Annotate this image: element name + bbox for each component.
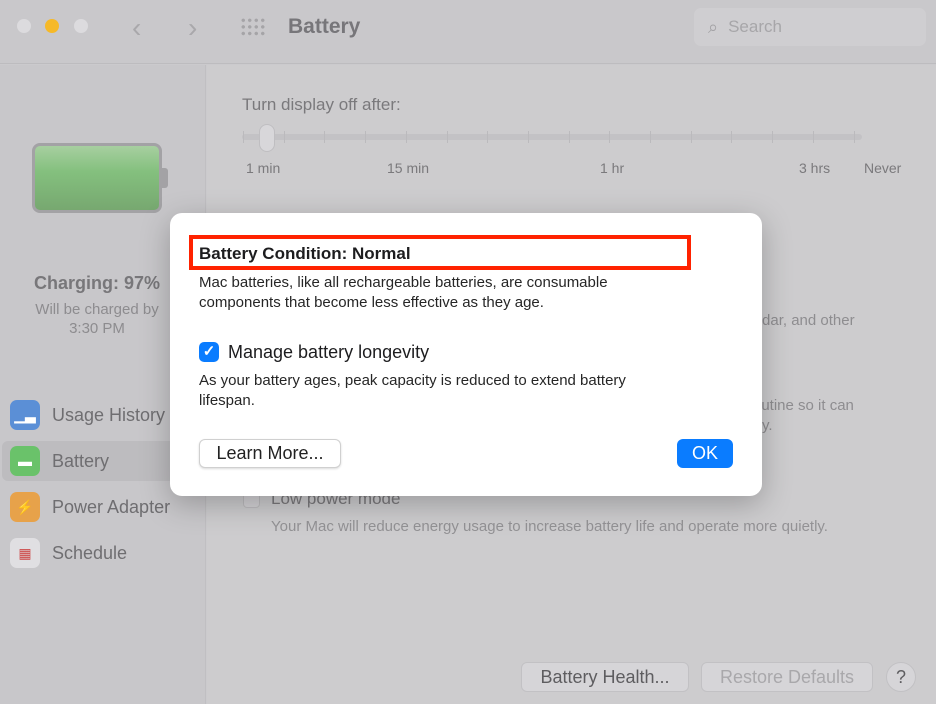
battery-level-icon <box>32 143 168 213</box>
close-window-button[interactable] <box>17 19 31 33</box>
sidebar-item-label: Battery <box>52 450 110 471</box>
slider-tick <box>243 131 244 143</box>
battery-health-button[interactable]: Battery Health... <box>521 662 689 692</box>
battery-icon: ▬ <box>10 446 40 476</box>
slider-tick <box>731 131 733 143</box>
slider-tick <box>690 131 692 143</box>
slider-tick <box>650 131 651 143</box>
bar-chart-icon: ▁▃ <box>10 400 40 430</box>
sidebar-item-power-adapter[interactable]: ⚡ Power Adapter <box>10 487 200 527</box>
slider-label: 1 hr <box>600 160 625 176</box>
dialog-title: Battery Condition: Normal <box>199 244 411 263</box>
slider-tick <box>527 131 529 143</box>
slider-label: Never <box>864 160 902 176</box>
slider-tick <box>609 131 611 143</box>
slider-label: 15 min <box>387 160 430 176</box>
display-off-label: Turn display off after: <box>242 95 401 114</box>
slider-tick <box>812 131 814 143</box>
slider-tick <box>568 131 570 143</box>
charge-note: Will be charged by <box>35 301 159 318</box>
sidebar-item-label: Schedule <box>52 542 128 563</box>
calendar-icon: ▦ <box>10 538 40 568</box>
forward-chevron-icon[interactable]: › <box>188 12 197 44</box>
obscured-text: y. <box>762 417 773 434</box>
longevity-description: As your battery ages, peak capacity is r… <box>199 372 626 409</box>
sidebar-item-schedule[interactable]: ▦ Schedule <box>10 533 200 573</box>
lightning-icon: ⚡ <box>10 492 40 522</box>
sidebar-item-label: Usage History <box>52 404 166 425</box>
back-chevron-icon[interactable]: ‹ <box>132 12 141 44</box>
title-bar: ‹ › Battery ⌕ Search <box>0 0 936 64</box>
battery-condition-dialog: Battery Condition: Normal Mac batteries,… <box>170 213 762 496</box>
slider-thumb[interactable] <box>259 124 275 152</box>
slider-tick <box>324 131 326 143</box>
ok-button[interactable]: OK <box>677 439 733 468</box>
slider-tick <box>853 131 855 143</box>
learn-more-button[interactable]: Learn More... <box>199 439 341 468</box>
grid-icon[interactable] <box>240 17 266 37</box>
charge-time: 3:30 PM <box>69 320 125 337</box>
slider-tick <box>283 131 285 143</box>
manage-longevity-label[interactable]: Manage battery longevity <box>228 342 429 363</box>
slider-tick <box>487 131 489 143</box>
manage-longevity-checkbox[interactable]: ✓ <box>199 342 219 362</box>
search-icon: ⌕ <box>708 16 719 37</box>
slider-label: 1 min <box>246 160 281 176</box>
slider-label: 3 hrs <box>799 160 831 176</box>
help-button[interactable]: ? <box>886 662 916 692</box>
search-placeholder: Search <box>728 17 782 36</box>
sidebar-item-label: Power Adapter <box>52 496 171 517</box>
display-off-slider[interactable] <box>242 134 862 140</box>
dialog-description: Mac batteries, like all rechargeable bat… <box>199 274 608 311</box>
low-power-description: Your Mac will reduce energy usage to inc… <box>271 518 828 535</box>
zoom-window-button[interactable] <box>74 19 88 33</box>
restore-defaults-button[interactable]: Restore Defaults <box>701 662 873 692</box>
obscured-text: routine so it can <box>748 397 854 414</box>
slider-tick <box>446 131 448 143</box>
charging-status: Charging: 97% <box>33 273 161 293</box>
window-title: Battery <box>288 15 361 38</box>
minimize-window-button[interactable] <box>45 19 59 33</box>
search-input[interactable]: ⌕ Search <box>694 8 926 46</box>
slider-tick <box>365 131 367 143</box>
slider-tick <box>405 131 407 143</box>
slider-tick <box>772 131 774 143</box>
